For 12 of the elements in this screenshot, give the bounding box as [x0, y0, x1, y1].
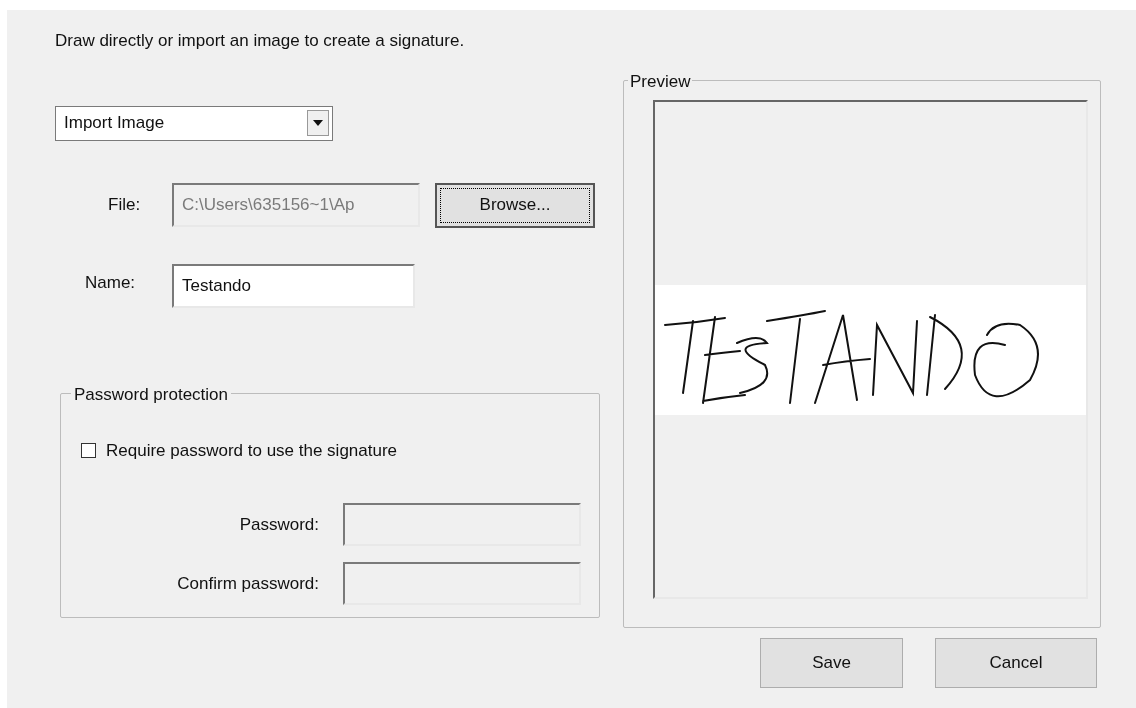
text-field[interactable]: Testando [172, 263, 415, 308]
dialog-button[interactable]: Save [760, 638, 903, 688]
browse-button[interactable]: Browse... [435, 182, 595, 228]
password-label: Confirm password: [176, 572, 319, 595]
mode-dropdown[interactable]: Import Image [55, 105, 333, 141]
password-label: Password: [238, 513, 319, 536]
dialog-button[interactable]: Cancel [935, 638, 1097, 688]
checkbox[interactable] [81, 442, 96, 458]
instruction-text: Draw directly or import an image to create a signature. [55, 30, 465, 52]
checkbox-label: Require password to use the signature [106, 439, 398, 462]
file-label: File: [108, 193, 142, 216]
name-label: Name: [85, 271, 137, 294]
